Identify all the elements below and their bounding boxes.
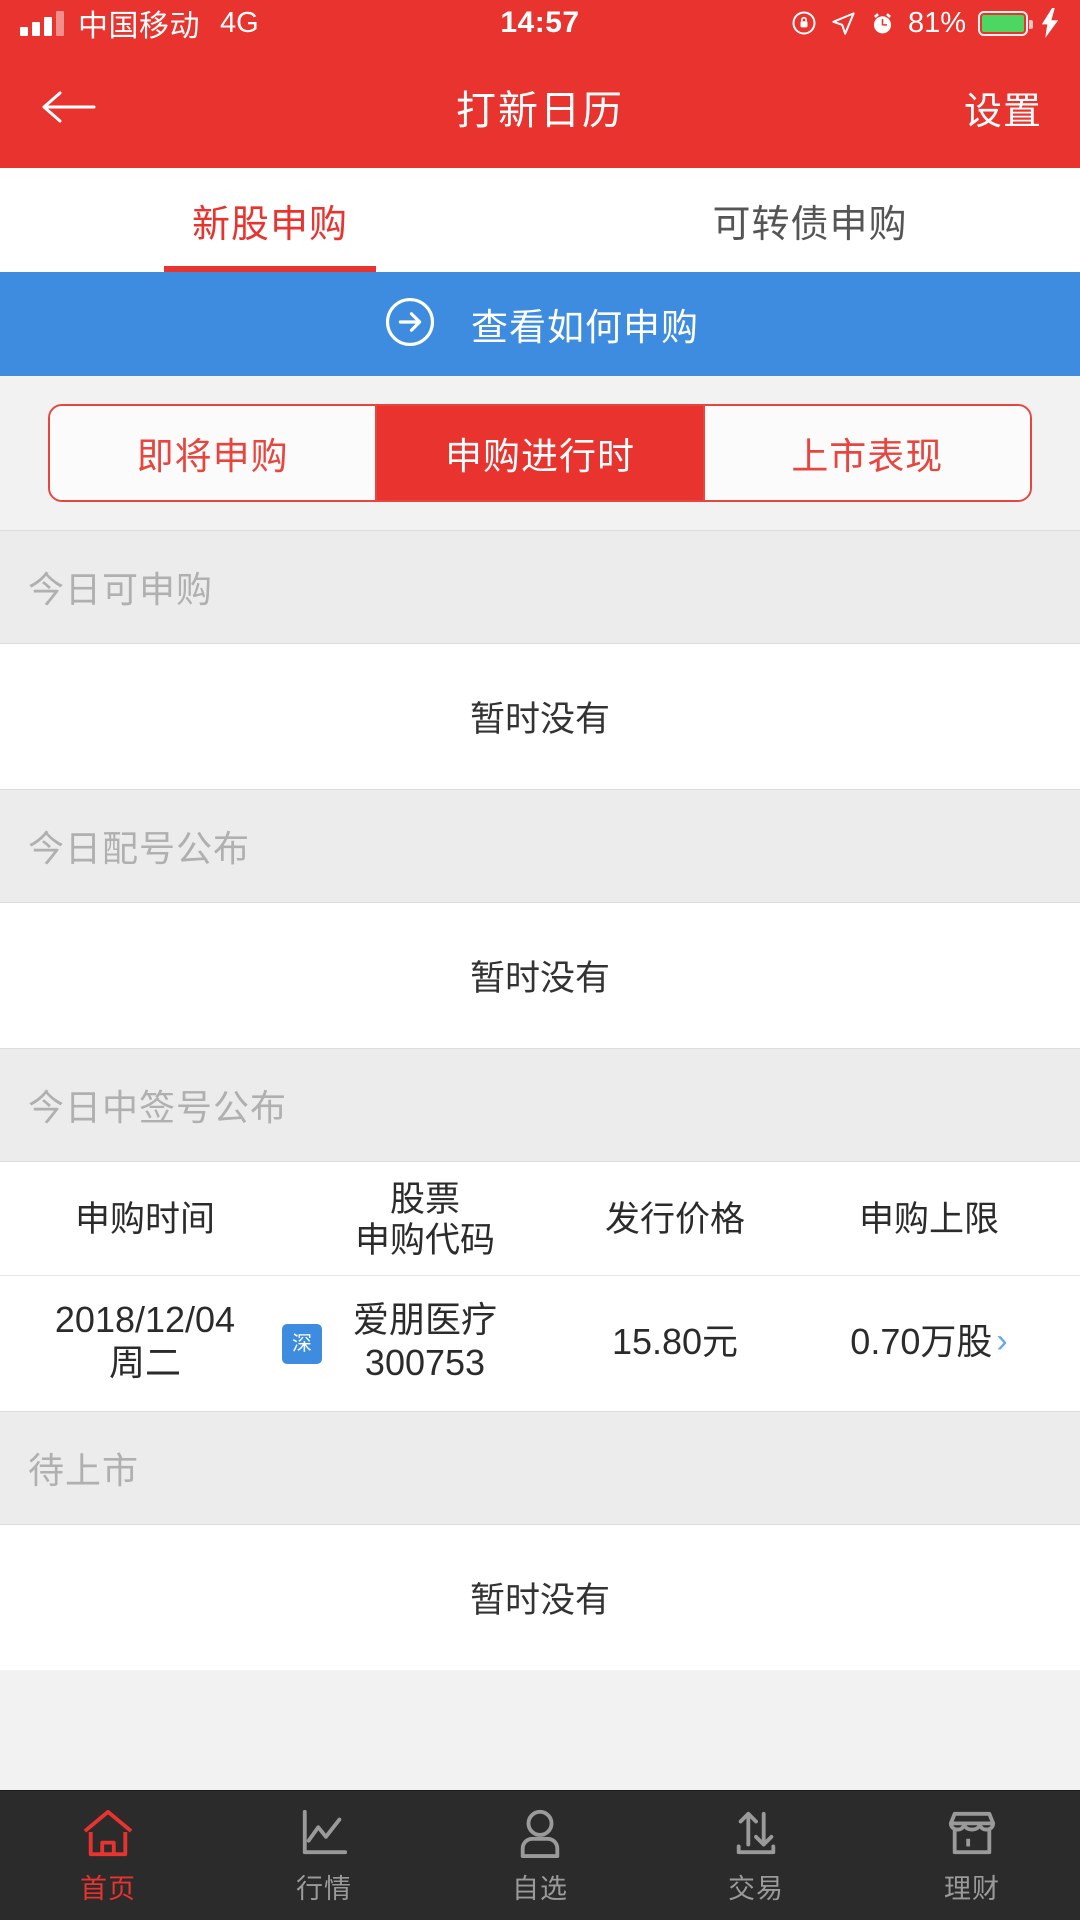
stock-info: 爱朋医疗 300753 bbox=[353, 1298, 497, 1384]
chart-line-icon bbox=[297, 1805, 351, 1861]
cell-purchase-limit: 0.70万股 › bbox=[790, 1320, 1080, 1363]
bottom-tab-quotes[interactable]: 行情 bbox=[216, 1791, 432, 1920]
market-badge-shenzhen: 深 bbox=[282, 1324, 322, 1365]
empty-state-pending-listing: 暂时没有 bbox=[0, 1524, 1080, 1670]
section-header-today-available: 今日可申购 bbox=[0, 530, 1080, 644]
status-bar: 中国移动 4G 14:57 81% bbox=[0, 0, 1080, 46]
arrow-right-circle-icon bbox=[381, 293, 439, 356]
status-bar-right: 81% bbox=[790, 7, 1060, 40]
section-header-pending-listing: 待上市 bbox=[0, 1410, 1080, 1525]
section-header-today-winning-numbers: 今日中签号公布 bbox=[0, 1048, 1080, 1162]
segmented-control-wrapper: 即将申购 申购进行时 上市表现 bbox=[0, 376, 1080, 530]
battery-icon bbox=[978, 10, 1033, 36]
section-header-today-allotment: 今日配号公布 bbox=[0, 789, 1080, 903]
table-header-row: 申购时间 股票 申购代码 发行价格 申购上限 bbox=[0, 1162, 1080, 1277]
home-icon bbox=[81, 1805, 135, 1861]
store-icon bbox=[945, 1805, 999, 1861]
transfer-arrows-icon bbox=[729, 1805, 783, 1861]
charging-bolt-icon bbox=[1040, 8, 1060, 38]
column-header-subscription-time: 申购时间 bbox=[74, 1200, 215, 1240]
stock-code: 300753 bbox=[364, 1342, 486, 1384]
bottom-tab-trade[interactable]: 交易 bbox=[648, 1791, 864, 1920]
purchase-limit-value: 0.70万股 bbox=[850, 1320, 993, 1362]
bottom-tab-quotes-label: 行情 bbox=[296, 1874, 352, 1904]
banner-label: 查看如何申购 bbox=[471, 307, 699, 348]
how-to-subscribe-banner[interactable]: 查看如何申购 bbox=[0, 272, 1080, 376]
tab-convertible-bond-subscription[interactable]: 可转债申购 bbox=[540, 168, 1080, 272]
empty-state-today-available: 暂时没有 bbox=[0, 644, 1080, 789]
location-arrow-icon bbox=[830, 10, 857, 37]
cell-stock: 深 爱朋医疗 300753 bbox=[282, 1298, 560, 1384]
rotation-lock-icon bbox=[790, 9, 818, 37]
cell-subscription-time: 2018/12/04 周二 bbox=[0, 1298, 290, 1384]
empty-state-today-allotment: 暂时没有 bbox=[0, 903, 1080, 1048]
status-bar-left: 中国移动 4G bbox=[20, 1, 259, 45]
back-button[interactable] bbox=[38, 72, 108, 142]
nav-bar: 打新日历 设置 bbox=[0, 46, 1080, 168]
column-header-purchase-limit: 申购上限 bbox=[858, 1200, 999, 1240]
person-icon bbox=[513, 1805, 567, 1861]
column-header-stock-line2: 申购代码 bbox=[354, 1220, 495, 1260]
bottom-tab-watchlist[interactable]: 自选 bbox=[432, 1791, 648, 1920]
chevron-right-icon[interactable]: › bbox=[996, 1321, 1007, 1362]
bottom-tab-bar: 首页 行情 自选 交易 理财 bbox=[0, 1790, 1080, 1920]
tab-new-share-subscription[interactable]: 新股申购 bbox=[0, 168, 540, 272]
bottom-tab-home[interactable]: 首页 bbox=[0, 1791, 216, 1920]
column-header-issue-price: 发行价格 bbox=[604, 1200, 745, 1240]
bottom-tab-trade-label: 交易 bbox=[728, 1874, 784, 1904]
battery-percent-label: 81% bbox=[907, 6, 966, 39]
alarm-clock-icon bbox=[869, 10, 896, 37]
segment-in-progress[interactable]: 申购进行时 bbox=[377, 406, 705, 500]
content-filler bbox=[0, 1669, 1080, 1790]
segment-listing-performance[interactable]: 上市表现 bbox=[704, 406, 1030, 500]
page-title: 打新日历 bbox=[456, 89, 624, 133]
app-screen: 中国移动 4G 14:57 81% 打新日历 设置 新股申购 可转债申购 查看如… bbox=[0, 0, 1080, 1920]
bottom-tab-watchlist-label: 自选 bbox=[512, 1874, 568, 1904]
back-arrow-icon bbox=[42, 91, 96, 123]
subscription-weekday: 周二 bbox=[108, 1342, 181, 1384]
carrier-label: 中国移动 bbox=[78, 10, 200, 43]
signal-bars-icon bbox=[20, 10, 64, 36]
top-tab-bar: 新股申购 可转债申购 bbox=[0, 168, 1080, 272]
winning-numbers-table: 申购时间 股票 申购代码 发行价格 申购上限 2018/12/04 周二 深 爱… bbox=[0, 1162, 1080, 1411]
segmented-control: 即将申购 申购进行时 上市表现 bbox=[48, 404, 1032, 502]
table-row[interactable]: 2018/12/04 周二 深 爱朋医疗 300753 15.80元 0.70万… bbox=[0, 1276, 1080, 1410]
bottom-tab-finance-label: 理财 bbox=[944, 1874, 1000, 1904]
settings-button[interactable]: 设置 bbox=[964, 80, 1042, 135]
bottom-tab-home-label: 首页 bbox=[80, 1874, 136, 1904]
content-scroll-area[interactable]: 今日可申购 暂时没有 今日配号公布 暂时没有 今日中签号公布 申购时间 股票 申… bbox=[0, 530, 1080, 1790]
bottom-tab-finance[interactable]: 理财 bbox=[864, 1791, 1080, 1920]
subscription-date: 2018/12/04 bbox=[54, 1299, 236, 1341]
column-header-stock-line1: 股票 bbox=[389, 1180, 460, 1219]
network-type-label: 4G bbox=[220, 6, 259, 39]
column-header-stock-code: 股票 申购代码 bbox=[290, 1180, 560, 1261]
cell-issue-price: 15.80元 bbox=[611, 1320, 739, 1362]
stock-name: 爱朋医疗 bbox=[352, 1299, 497, 1341]
segment-upcoming[interactable]: 即将申购 bbox=[50, 406, 378, 500]
